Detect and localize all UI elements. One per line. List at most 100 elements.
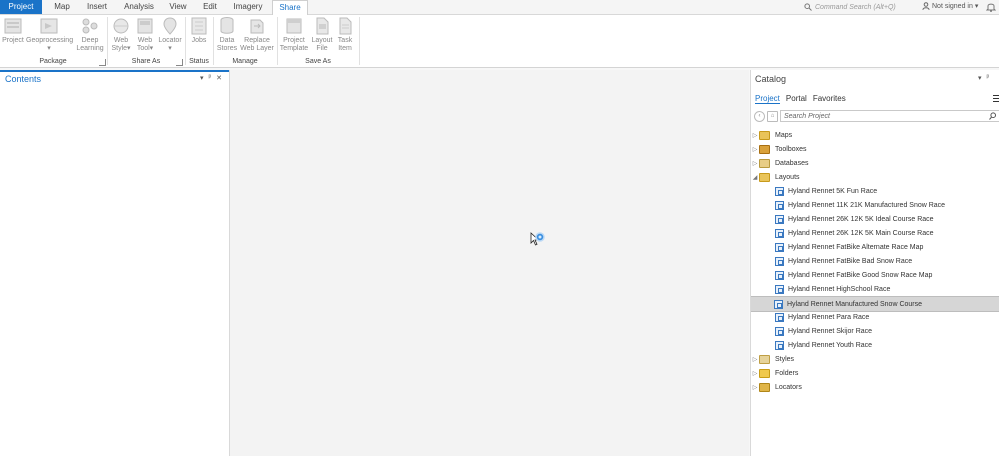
task-item-button[interactable]: Task Item	[334, 16, 356, 53]
user-icon	[922, 2, 930, 10]
layout-icon	[775, 242, 784, 252]
package-project-button[interactable]: Project	[1, 16, 25, 45]
menu-icon[interactable]	[993, 95, 999, 104]
pin-icon[interactable]: ᵖ	[209, 74, 212, 82]
layout-icon	[775, 326, 784, 336]
tab-analysis[interactable]: Analysis	[120, 0, 158, 14]
task-item-icon	[339, 17, 352, 35]
home-icon[interactable]: ⌂	[767, 110, 778, 122]
layout-icon	[775, 312, 784, 322]
deep-learning-button[interactable]: Deep Learning	[76, 16, 104, 53]
layout-icon	[775, 186, 784, 196]
deep-learning-icon	[82, 18, 98, 34]
package-geoprocessing-button[interactable]: Geoprocessing ▾	[26, 16, 73, 53]
expand-arrow-icon[interactable]: ▷	[751, 132, 759, 139]
locators-folder-icon	[759, 382, 770, 392]
group-label-status: Status	[189, 58, 209, 65]
tree-item-maps[interactable]: ▷ Maps	[751, 128, 999, 142]
tab-map[interactable]: Map	[48, 0, 76, 14]
locator-icon	[163, 17, 177, 35]
catalog-title: Catalog	[755, 74, 787, 84]
contents-pane: Contents ▾ ᵖ ✕	[0, 70, 230, 456]
chevron-down-icon: ▾	[149, 45, 154, 52]
layout-icon	[774, 299, 783, 309]
tab-share[interactable]: Share	[272, 0, 308, 15]
tab-edit[interactable]: Edit	[198, 0, 222, 14]
ribbon-share: Project Geoprocessing ▾ Deep Learning Pac…	[0, 15, 999, 68]
search-icon	[804, 3, 812, 11]
tab-imagery[interactable]: Imagery	[230, 0, 266, 14]
layouts-folder-icon	[759, 172, 770, 182]
expand-arrow-icon[interactable]: ▷	[751, 160, 759, 167]
pin-icon[interactable]: ᵖ	[987, 74, 990, 82]
contents-active-indicator	[0, 70, 229, 72]
data-stores-icon	[220, 17, 234, 34]
project-template-button[interactable]: Project Template	[279, 16, 309, 53]
expand-arrow-icon[interactable]: ▷	[751, 370, 759, 377]
back-icon[interactable]: ‹	[754, 110, 765, 122]
layout-icon	[775, 200, 784, 210]
folders-folder-icon	[759, 368, 770, 378]
pane-options-icon[interactable]: ▾	[200, 74, 204, 82]
locator-button[interactable]: Locator ▾	[157, 16, 183, 53]
tab-project[interactable]: Project	[0, 0, 42, 14]
tree-item-locators[interactable]: ▷ Locators	[751, 380, 999, 394]
ribbon-tab-bar: Project Map Insert Analysis View Edit Im…	[0, 0, 999, 15]
layout-item[interactable]: Hyland Rennet 26K 12K 5K Main Course Rac…	[751, 226, 999, 240]
maps-folder-icon	[759, 130, 770, 140]
tree-item-toolboxes[interactable]: ▷ Toolboxes	[751, 142, 999, 156]
tab-insert[interactable]: Insert	[82, 0, 112, 14]
layout-file-icon	[316, 17, 329, 35]
layout-item[interactable]: Hyland Rennet Youth Race	[751, 338, 999, 352]
layout-item[interactable]: Hyland Rennet Para Race	[751, 310, 999, 324]
jobs-button[interactable]: Jobs	[188, 16, 210, 45]
web-tool-button[interactable]: Web Tool▾	[134, 16, 156, 53]
catalog-tab-project[interactable]: Project	[755, 94, 780, 104]
close-icon[interactable]: ✕	[216, 74, 222, 82]
geoprocessing-icon	[40, 18, 58, 34]
expand-arrow-icon[interactable]: ▷	[751, 384, 759, 391]
layout-file-button[interactable]: Layout File	[310, 16, 334, 53]
replace-web-layer-button[interactable]: Replace Web Layer	[239, 16, 275, 53]
search-icon[interactable]	[989, 112, 997, 120]
data-stores-button[interactable]: Data Stores	[214, 16, 240, 53]
package-dialog-launcher-icon[interactable]	[99, 59, 106, 66]
chevron-down-icon: ▾	[974, 3, 979, 10]
collapse-arrow-icon[interactable]: ◢	[751, 174, 759, 181]
layout-item[interactable]: Hyland Rennet 5K Fun Race	[751, 184, 999, 198]
layout-item[interactable]: Hyland Rennet FatBike Alternate Race Map	[751, 240, 999, 254]
layout-item[interactable]: Hyland Rennet 26K 12K 5K Ideal Course Ra…	[751, 212, 999, 226]
expand-arrow-icon[interactable]: ▷	[751, 146, 759, 153]
layout-item[interactable]: Hyland Rennet 11K 21K Manufactured Snow …	[751, 198, 999, 212]
layout-item[interactable]: Hyland Rennet FatBike Bad Snow Race	[751, 254, 999, 268]
group-label-save-as: Save As	[305, 58, 331, 65]
account-menu[interactable]: Not signed in ▾	[922, 2, 978, 10]
toolbox-folder-icon	[759, 144, 770, 154]
share-as-dialog-launcher-icon[interactable]	[176, 59, 183, 66]
styles-folder-icon	[759, 354, 770, 364]
project-template-icon	[286, 18, 302, 34]
catalog-search-input[interactable]: Search Project	[780, 110, 999, 122]
command-search[interactable]: Command Search (Alt+Q)	[804, 2, 896, 12]
pane-options-icon[interactable]: ▾	[978, 74, 982, 82]
group-label-share-as: Share As	[131, 58, 161, 65]
tree-item-layouts[interactable]: ◢ Layouts	[751, 170, 999, 184]
chevron-down-icon: ▾	[168, 45, 172, 52]
chevron-down-icon: ▾	[47, 45, 51, 52]
layout-item[interactable]: Hyland Rennet FatBike Good Snow Race Map	[751, 268, 999, 282]
catalog-tab-favorites[interactable]: Favorites	[813, 94, 846, 104]
notification-bell-icon[interactable]	[986, 1, 996, 12]
expand-arrow-icon[interactable]: ▷	[751, 356, 759, 363]
tree-item-styles[interactable]: ▷ Styles	[751, 352, 999, 366]
tree-item-databases[interactable]: ▷ Databases	[751, 156, 999, 170]
tab-view[interactable]: View	[166, 0, 190, 14]
layout-item[interactable]: Hyland Rennet Skijor Race	[751, 324, 999, 338]
map-view-area[interactable]	[230, 70, 749, 456]
web-style-button[interactable]: Web Style▾	[110, 16, 132, 53]
layout-item[interactable]: Hyland Rennet HighSchool Race	[751, 282, 999, 296]
catalog-tab-portal[interactable]: Portal	[786, 94, 807, 104]
web-style-icon	[113, 18, 129, 34]
layout-icon	[775, 256, 784, 266]
catalog-search-placeholder: Search Project	[784, 112, 830, 120]
tree-item-folders[interactable]: ▷ Folders	[751, 366, 999, 380]
